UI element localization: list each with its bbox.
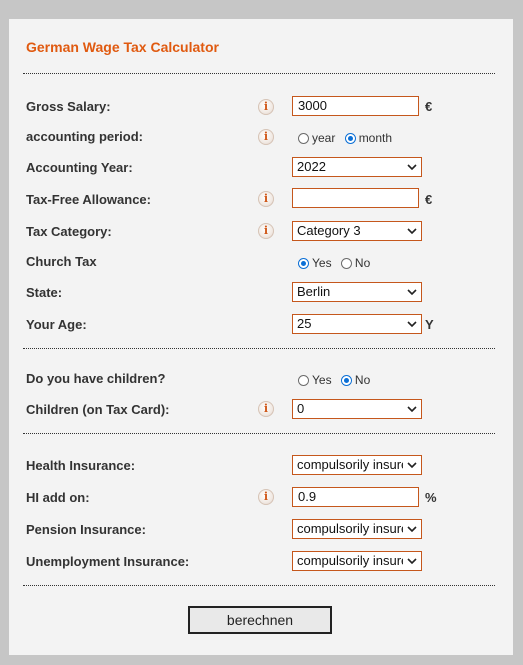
chevron-down-icon [407,462,417,469]
tax-category-info-icon[interactable]: i [258,223,274,239]
church-tax-yes-radio[interactable]: Yes [298,255,332,271]
unemployment-insurance-select[interactable]: compulsorily insured [292,551,422,571]
chevron-down-icon [407,558,417,565]
divider [23,585,495,586]
radio-dot [298,374,309,386]
radio-dot [340,257,352,269]
accounting-period-year-radio[interactable]: year [298,130,335,146]
tax-free-allowance-unit: € [425,192,433,207]
calculator-panel: German Wage Tax Calculator Gross Salary:… [9,19,513,655]
hi-add-on-info-icon[interactable]: i [258,489,274,505]
hi-add-on-label: HI add on: [26,490,90,505]
radio-dot-selected [344,132,356,144]
divider [23,348,495,349]
accounting-period-radio-group: year month [298,130,398,148]
church-tax-label: Church Tax [26,254,97,269]
pension-insurance-label: Pension Insurance: [26,522,146,537]
children-yes-radio[interactable]: Yes [298,372,332,388]
chevron-down-icon [407,164,417,171]
accounting-year-select[interactable]: 2022 [292,157,422,177]
pension-insurance-select[interactable]: compulsorily insured [292,519,422,539]
tax-category-label: Tax Category: [26,224,112,239]
radio-dot-selected [340,374,352,386]
chevron-down-icon [407,406,417,413]
tax-free-allowance-info-icon[interactable]: i [258,191,274,207]
chevron-down-icon [407,321,417,328]
hi-add-on-input[interactable]: 0.9 [292,487,419,507]
hi-add-on-unit: % [425,490,437,505]
chevron-down-icon [407,289,417,296]
chevron-down-icon [407,526,417,533]
divider [23,73,495,74]
tax-category-select[interactable]: Category 3 [292,221,422,241]
church-tax-radio-group: Yes No [298,255,376,273]
accounting-period-info-icon[interactable]: i [258,129,274,145]
unemployment-insurance-label: Unemployment Insurance: [26,554,190,569]
age-unit: Y [425,317,434,332]
age-label: Your Age: [26,317,87,332]
gross-salary-info-icon[interactable]: i [258,99,274,115]
children-on-card-select[interactable]: 0 [292,399,422,419]
age-select[interactable]: 25 [292,314,422,334]
calculate-button[interactable]: berechnen [188,606,332,634]
tax-free-allowance-label: Tax-Free Allowance: [26,192,151,207]
children-label: Do you have children? [26,371,166,386]
chevron-down-icon [407,228,417,235]
calculator-title: German Wage Tax Calculator [26,39,219,55]
gross-salary-input[interactable]: 3000 [292,96,419,116]
state-label: State: [26,285,63,300]
divider [23,433,495,434]
tax-free-allowance-input[interactable] [292,188,419,208]
church-tax-no-radio[interactable]: No [340,255,370,271]
health-insurance-label: Health Insurance: [26,458,136,473]
state-select[interactable]: Berlin [292,282,422,302]
children-no-radio[interactable]: No [340,372,370,388]
accounting-year-label: Accounting Year: [26,160,133,175]
accounting-period-month-radio[interactable]: month [344,130,392,146]
health-insurance-select[interactable]: compulsorily insured [292,455,422,475]
gross-salary-label: Gross Salary: [26,99,111,114]
children-on-card-label: Children (on Tax Card): [26,402,170,417]
accounting-period-label: accounting period: [26,129,143,144]
children-radio-group: Yes No [298,372,376,390]
radio-dot-selected [298,257,309,269]
children-on-card-info-icon[interactable]: i [258,401,274,417]
radio-dot [298,132,309,144]
gross-salary-unit: € [425,99,433,114]
